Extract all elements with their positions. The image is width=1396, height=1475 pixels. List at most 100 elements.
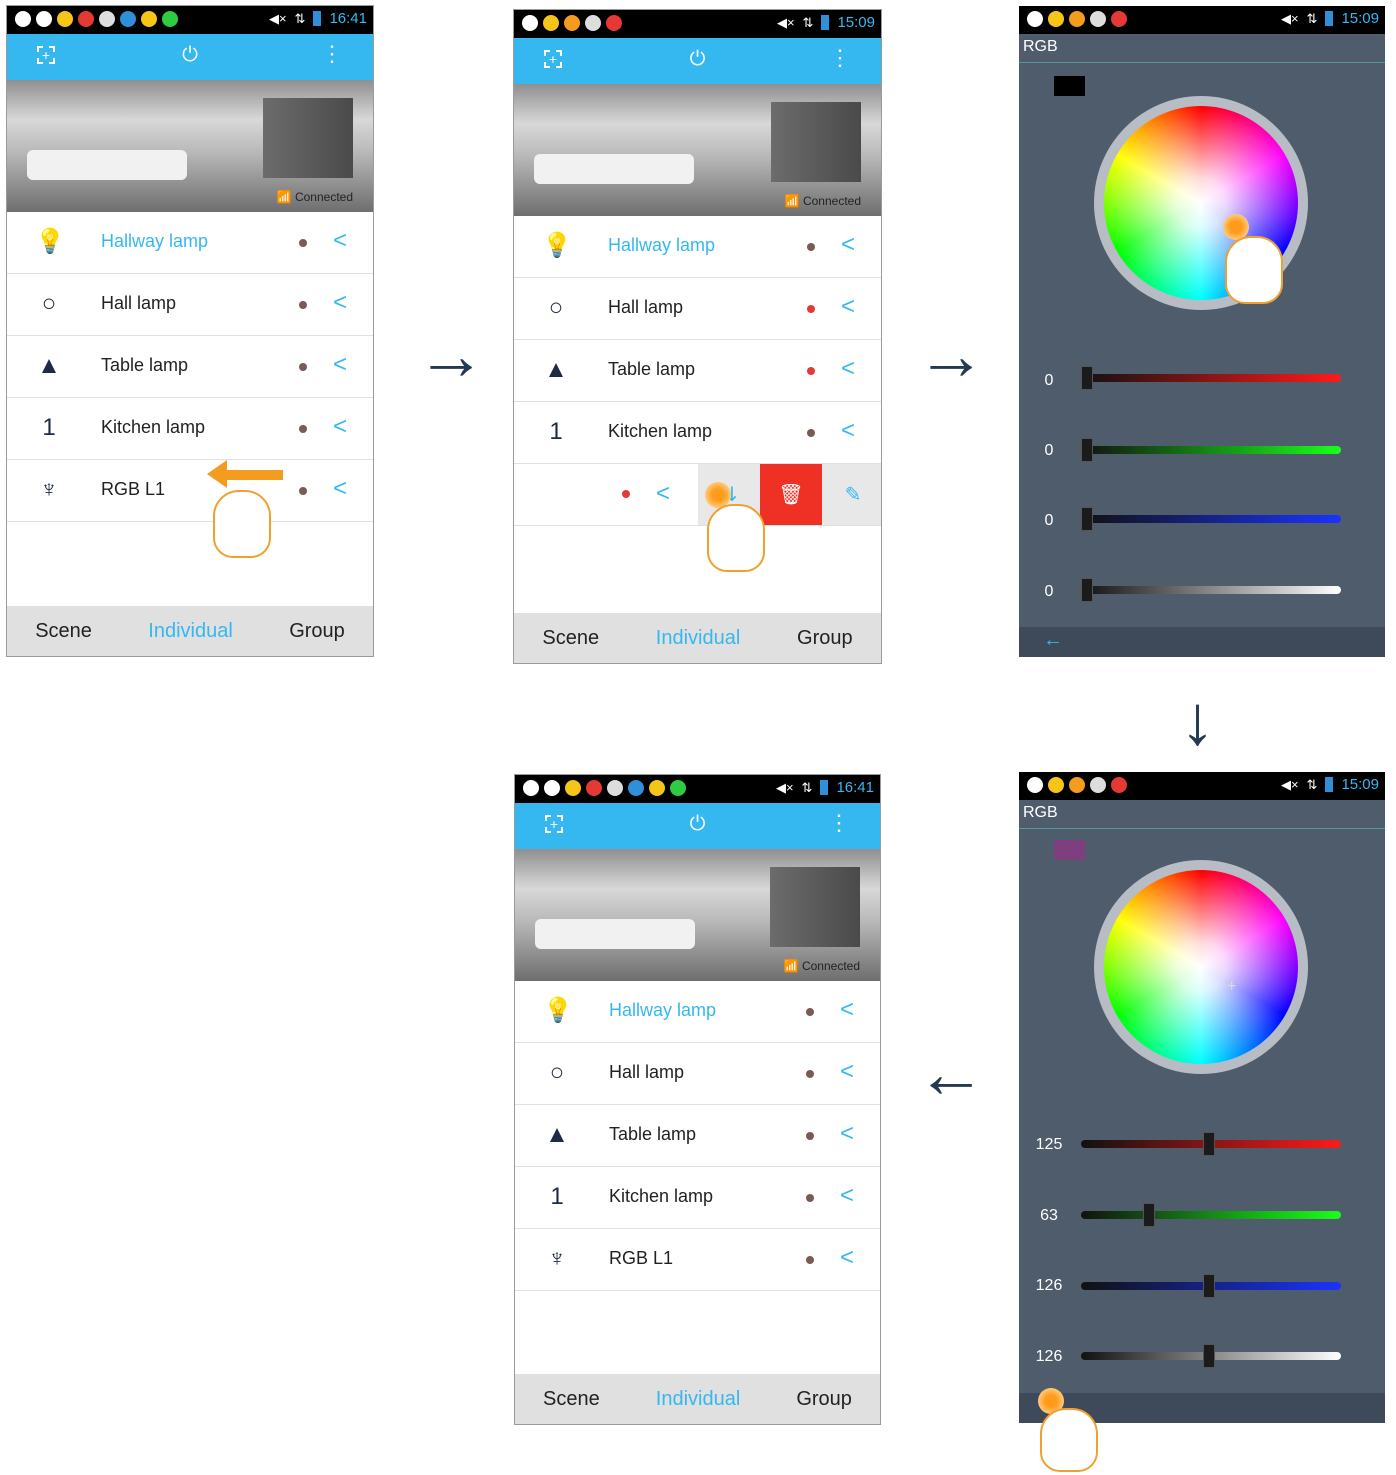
notification-icons — [522, 15, 622, 31]
lamp-row[interactable]: ♆ RGB L1 < — [7, 460, 373, 522]
lamp-row[interactable]: ○ Hall lamp < — [514, 278, 881, 340]
tab-scene[interactable]: Scene — [542, 627, 599, 650]
phone-screen-3: ◀× ⇅ 16:41 + ⏻ ⋮ 📶 Connected 💡 Hallway la… — [514, 774, 881, 1425]
lamp-row[interactable]: ○ Hall lamp < — [7, 274, 373, 336]
chevron-left-icon[interactable]: < — [333, 290, 347, 316]
lamp-row[interactable]: ▲ Table lamp < — [7, 336, 373, 398]
blue-slider[interactable] — [1081, 507, 1341, 531]
app-toolbar: + ⏻ ⋮ — [514, 38, 881, 84]
tab-scene[interactable]: Scene — [35, 620, 92, 643]
red-slider[interactable] — [1081, 1132, 1341, 1156]
lamp-row[interactable]: 1 Kitchen lamp < — [7, 398, 373, 460]
color-wheel[interactable] — [1094, 860, 1308, 1074]
slider-thumb[interactable] — [1081, 366, 1093, 390]
lamp-row[interactable]: ○ Hall lamp < — [515, 1043, 880, 1105]
more-menu-icon[interactable]: ⋮ — [829, 47, 851, 69]
red-slider[interactable] — [1081, 366, 1341, 390]
chevron-left-icon[interactable]: < — [840, 1121, 854, 1147]
banner-wall — [770, 867, 860, 947]
arrow-right-icon: → — [916, 316, 986, 394]
tab-individual[interactable]: Individual — [148, 620, 233, 643]
notification-icon — [544, 780, 560, 796]
tab-individual[interactable]: Individual — [656, 1388, 741, 1411]
chevron-left-icon[interactable]: < — [841, 418, 855, 444]
chevron-left-icon[interactable]: < — [840, 997, 854, 1023]
notification-icon — [1090, 777, 1106, 793]
slider-thumb[interactable] — [1081, 507, 1093, 531]
white-slider[interactable] — [1081, 1344, 1341, 1368]
chevron-left-icon[interactable]: < — [841, 232, 855, 258]
lightbulb-icon: 💡 — [542, 232, 572, 259]
tab-scene[interactable]: Scene — [543, 1388, 600, 1411]
clock: 15:09 — [837, 14, 875, 31]
chevron-left-icon[interactable]: < — [656, 480, 670, 508]
add-device-icon[interactable]: + — [545, 815, 563, 833]
white-slider[interactable] — [1081, 578, 1341, 602]
status-dot — [299, 301, 307, 309]
chevron-left-icon[interactable]: < — [841, 356, 855, 382]
notification-icon — [1111, 777, 1127, 793]
lamp-row[interactable]: 💡 Hallway lamp < — [514, 216, 881, 278]
tab-individual[interactable]: Individual — [656, 627, 741, 650]
status-bar: ◀× ⇅ 15:09 — [514, 10, 881, 38]
slider-thumb[interactable] — [1081, 438, 1093, 462]
chevron-left-icon[interactable]: < — [840, 1183, 854, 1209]
edit-button[interactable]: ✎ — [822, 464, 881, 525]
mute-icon: ◀× — [776, 14, 795, 30]
notification-icon — [670, 780, 686, 796]
slider-thumb[interactable] — [1081, 578, 1093, 602]
white-value: 126 — [1035, 1348, 1063, 1365]
lamp-row[interactable]: 💡 Hallway lamp < — [515, 981, 880, 1043]
lamp-name: Hallway lamp — [101, 231, 209, 251]
chevron-left-icon[interactable]: < — [841, 294, 855, 320]
status-bar: ◀× ⇅ 16:41 — [515, 775, 880, 803]
color-wheel-spectrum[interactable] — [1104, 870, 1298, 1064]
slider-thumb[interactable] — [1202, 1344, 1215, 1368]
status-dot — [807, 243, 815, 251]
chevron-left-icon[interactable]: < — [333, 228, 347, 254]
lamp-row[interactable]: 1 Kitchen lamp < — [514, 402, 881, 464]
chevron-left-icon[interactable]: < — [333, 476, 347, 502]
green-slider[interactable] — [1081, 1203, 1341, 1227]
green-slider[interactable] — [1081, 438, 1341, 462]
connected-label: Connected — [801, 959, 860, 973]
chevron-left-icon[interactable]: < — [840, 1059, 854, 1085]
notification-icon — [585, 15, 601, 31]
lamp-row[interactable]: 💡 Hallway lamp < — [7, 212, 373, 274]
slider-thumb[interactable] — [1202, 1132, 1215, 1156]
add-device-icon[interactable]: + — [544, 50, 562, 68]
lamp-row[interactable]: ▲ Table lamp < — [515, 1105, 880, 1167]
status-dot — [299, 425, 307, 433]
chevron-left-icon[interactable]: < — [333, 414, 347, 440]
tab-group[interactable]: Group — [289, 620, 345, 643]
slider-thumb[interactable] — [1202, 1274, 1215, 1298]
lamp-name: Hall lamp — [608, 297, 684, 317]
more-menu-icon[interactable]: ⋮ — [321, 43, 343, 65]
clock: 16:41 — [329, 10, 367, 27]
signal-icon: ⇅ — [801, 779, 813, 795]
more-menu-icon[interactable]: ⋮ — [828, 812, 850, 834]
room-banner-image: 📶 Connected — [7, 80, 373, 212]
tab-group[interactable]: Group — [796, 1388, 852, 1411]
chevron-left-icon[interactable]: < — [840, 1245, 854, 1271]
slider-thumb[interactable] — [1143, 1203, 1155, 1227]
status-bar: ◀× ⇅ 15:09 — [1019, 6, 1385, 34]
lamp-row[interactable]: ▲ Table lamp < — [514, 340, 881, 402]
tab-group[interactable]: Group — [797, 627, 853, 650]
signal-icon: ⇅ — [1306, 776, 1318, 792]
chevron-left-icon[interactable]: < — [333, 352, 347, 378]
power-icon[interactable]: ⏻ — [690, 48, 706, 71]
delete-button[interactable]: 🗑 — [760, 464, 822, 525]
power-icon[interactable]: ⏻ — [690, 813, 706, 836]
connected-label: Connected — [294, 190, 353, 204]
lamp-row[interactable]: ♆ RGB L1 < — [515, 1229, 880, 1291]
swiped-lamp-row[interactable]: < ⇅ 🗑 ✎ — [514, 464, 881, 526]
green-value: 0 — [1044, 442, 1054, 459]
blue-slider[interactable] — [1081, 1274, 1341, 1298]
add-device-icon[interactable]: + — [37, 46, 55, 64]
bottom-tab-bar: Scene Individual Group — [7, 606, 373, 656]
lamp-row[interactable]: 1 Kitchen lamp < — [515, 1167, 880, 1229]
back-arrow-icon[interactable]: ← — [1043, 629, 1063, 652]
power-icon[interactable]: ⏻ — [182, 44, 198, 67]
white-value: 0 — [1044, 583, 1054, 600]
